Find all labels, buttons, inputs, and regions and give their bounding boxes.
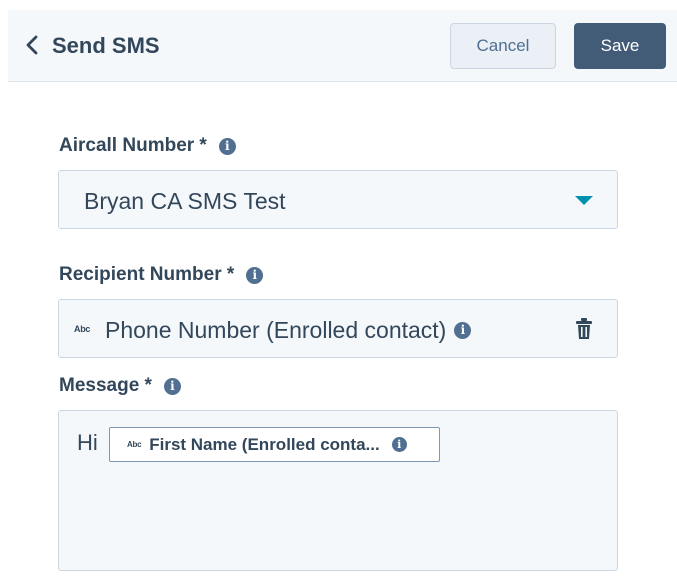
aircall-number-select[interactable]: Bryan CA SMS Test	[58, 170, 618, 229]
recipient-number-label: Recipient Number * i	[59, 263, 264, 287]
info-icon[interactable]: i	[246, 266, 264, 284]
info-icon[interactable]: i	[391, 437, 407, 452]
page-title: Send SMS	[52, 33, 160, 58]
info-icon[interactable]: i	[218, 137, 236, 155]
back-button[interactable]	[20, 32, 44, 58]
message-textarea[interactable]: Hi Abc First Name (Enrolled conta... i	[58, 410, 618, 571]
cancel-button[interactable]: Cancel	[450, 23, 556, 69]
info-icon[interactable]: i	[163, 377, 181, 395]
info-icon[interactable]: i	[454, 321, 472, 339]
trash-icon[interactable]	[575, 317, 593, 341]
text-type-icon: Abc	[127, 440, 142, 449]
panel-header: Send SMS Cancel Save	[8, 10, 677, 82]
message-text: Hi	[77, 430, 98, 455]
recipient-number-value: Phone Number (Enrolled contact) i	[105, 316, 472, 344]
message-label: Message * i	[59, 374, 181, 398]
personalization-token[interactable]: Abc First Name (Enrolled conta... i	[109, 427, 440, 462]
aircall-number-label: Aircall Number * i	[59, 134, 236, 158]
text-type-icon: Abc	[74, 324, 91, 334]
aircall-number-label-text: Aircall Number *	[59, 135, 207, 156]
recipient-number-label-text: Recipient Number *	[59, 264, 235, 285]
caret-down-icon	[575, 196, 593, 205]
recipient-number-field[interactable]: Abc Phone Number (Enrolled contact) i	[58, 299, 618, 358]
aircall-number-value: Bryan CA SMS Test	[84, 188, 286, 214]
recipient-number-text: Phone Number (Enrolled contact)	[105, 317, 447, 343]
chevron-left-icon	[26, 35, 38, 55]
save-button[interactable]: Save	[574, 23, 666, 69]
message-label-text: Message *	[59, 375, 152, 396]
token-label: First Name (Enrolled conta...	[149, 434, 380, 454]
